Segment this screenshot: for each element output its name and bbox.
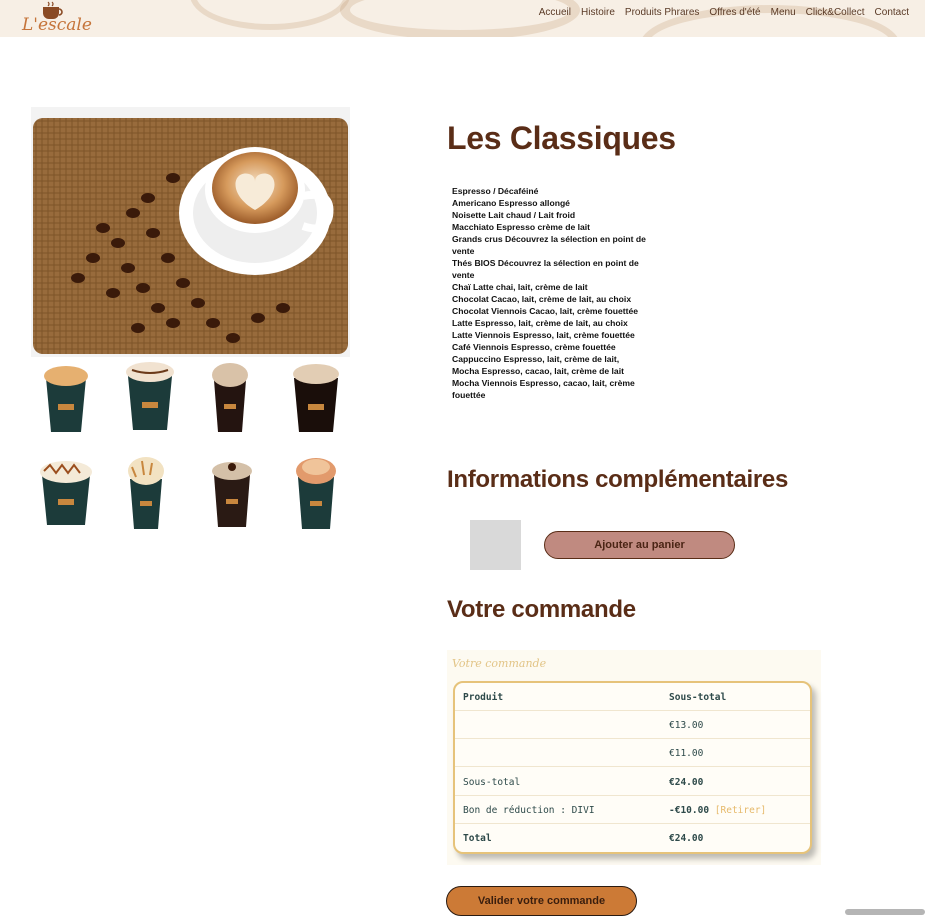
menu-item: Latte Viennois Espresso, lait, crème fou… [452, 330, 635, 340]
subtotal-value: €24.00 [669, 777, 704, 788]
menu-item: Chocolat Viennois Cacao, lait, crème fou… [452, 306, 639, 316]
menu-item: Mocha Espresso, cacao, lait, crème de la… [452, 366, 624, 376]
coffee-cup-photo [33, 118, 348, 354]
nav-offres[interactable]: Offres d'été [709, 7, 760, 18]
subtotal-row: Sous-total €24.00 [455, 768, 810, 796]
remove-coupon-link[interactable]: [Retirer] [715, 805, 766, 816]
thumbnail-latte-drink[interactable] [286, 360, 346, 438]
add-to-cart-button[interactable]: Ajouter au panier [544, 531, 735, 559]
menu-item: Mocha Viennois Espresso, cacao, lait, cr… [452, 378, 635, 400]
menu-item: Thés BIOS Découvrez la sélection en poin… [452, 258, 639, 280]
menu-item: Latte Espresso, lait, crème de lait, au … [452, 318, 628, 328]
menu-item: Noisette Lait chaud / Lait froid [452, 210, 576, 220]
table-row: €11.00 [455, 739, 810, 767]
nav-histoire[interactable]: Histoire [581, 7, 615, 18]
total-value: €24.00 [669, 833, 704, 844]
coupon-label: Bon de réduction : DIVI [463, 805, 595, 816]
coupon-cell: -€10.00 [Retirer] [669, 805, 766, 816]
coupon-value: -€10.00 [669, 805, 710, 816]
site-header: L'escale Accueil Histoire Produits Phrar… [0, 0, 925, 37]
header-product: Produit [463, 692, 504, 703]
total-row: Total €24.00 [455, 824, 810, 852]
thumbnail-cappuccino[interactable] [286, 455, 346, 533]
menu-item: Espresso / Décaféiné [452, 186, 539, 196]
logo-text: L'escale [22, 15, 92, 35]
menu-item: Macchiato Espresso crème de lait [452, 222, 591, 232]
thumbnail-caramel-drink[interactable] [36, 360, 96, 438]
total-label: Total [463, 833, 492, 844]
coupon-row: Bon de réduction : DIVI -€10.00 [Retirer… [455, 796, 810, 824]
coffee-stain-decoration [190, 0, 350, 30]
thumbnail-caramel-viennois[interactable] [36, 455, 96, 533]
menu-item: Americano Espresso allongé [452, 198, 570, 208]
thumbnail-chocolate-drink[interactable] [120, 358, 180, 436]
thumbnail-hot-chocolate[interactable] [202, 455, 262, 533]
nav-accueil[interactable]: Accueil [539, 7, 571, 18]
nav-menu[interactable]: Menu [771, 7, 796, 18]
thumbnail-iced-caramel[interactable] [116, 455, 176, 533]
nav-click-collect[interactable]: Click&Collect [806, 7, 865, 18]
validate-order-button[interactable]: Valider votre commande [446, 886, 637, 916]
horizontal-scrollbar[interactable] [845, 909, 925, 915]
menu-item: Cappuccino Espresso, lait, crème de lait… [452, 354, 620, 364]
menu-item: Grands crus Découvrez la sélection en po… [452, 234, 646, 256]
line-price: €11.00 [669, 748, 704, 759]
line-price: €13.00 [669, 720, 704, 731]
nav-produits[interactable]: Produits Phrares [625, 7, 699, 18]
subtotal-label: Sous-total [463, 777, 521, 788]
table-header-row: Produit Sous-total [455, 683, 810, 711]
order-heading: Votre commande [447, 596, 636, 623]
info-heading: Informations complémentaires [447, 466, 789, 493]
main-nav: Accueil Histoire Produits Phrares Offres… [539, 7, 909, 18]
nav-contact[interactable]: Contact [875, 7, 909, 18]
order-caption: Votre commande [452, 657, 547, 670]
site-logo[interactable]: L'escale [22, 0, 92, 37]
page: L'escale Accueil Histoire Produits Phrar… [0, 0, 925, 920]
menu-item: Chocolat Cacao, lait, crème de lait, au … [452, 294, 632, 304]
coffee-stain-decoration [340, 0, 580, 37]
order-table: Produit Sous-total €13.00 €11.00 Sous-to… [453, 681, 812, 854]
product-main-image[interactable] [33, 118, 348, 354]
menu-item: Chaï Latte chai, lait, crème de lait [452, 282, 588, 292]
header-subtotal: Sous-total [669, 692, 727, 703]
menu-list: Espresso / Décaféiné Americano Espresso … [452, 185, 657, 401]
menu-item: Café Viennois Espresso, crème fouettée [452, 342, 616, 352]
product-title: Les Classiques [447, 120, 676, 156]
quantity-input[interactable] [470, 520, 521, 570]
thumbnail-mocha-drink[interactable] [200, 360, 260, 438]
table-row: €13.00 [455, 711, 810, 739]
